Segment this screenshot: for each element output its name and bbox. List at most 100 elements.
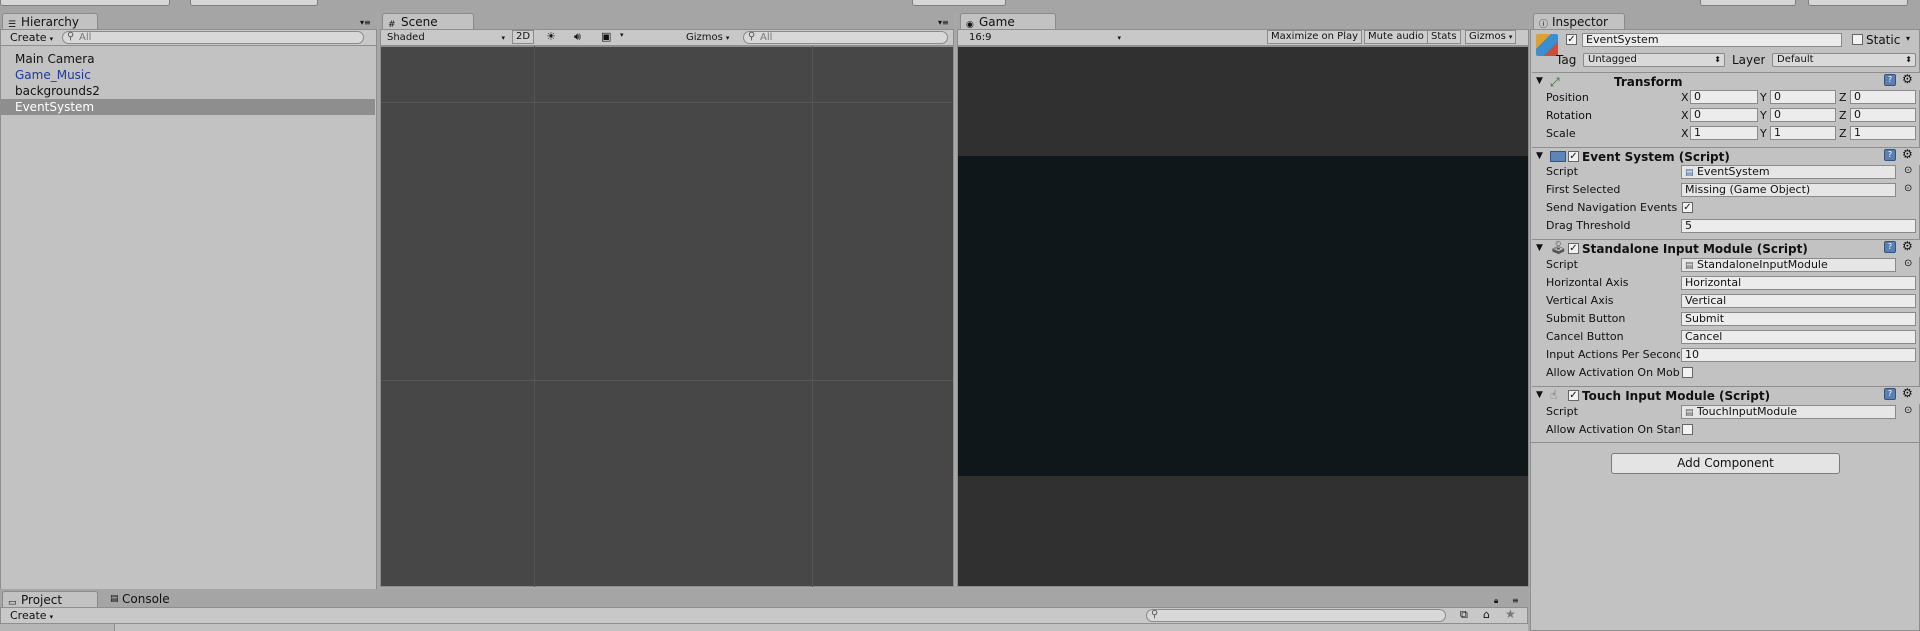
hierarchy-item[interactable]: Game_Music (15, 67, 91, 83)
transform-header[interactable]: ▼ ⤢ Transform (1532, 72, 1920, 90)
tag-dropdown[interactable]: Untagged ⬍ (1583, 53, 1725, 67)
stats-toggle[interactable]: Stats (1427, 30, 1461, 44)
rotation-x-field[interactable]: 0 (1690, 108, 1758, 122)
layout-dropdown[interactable] (1808, 0, 1908, 6)
2d-toggle-button[interactable]: 2D (512, 30, 535, 44)
script-icon: ▤ (1685, 168, 1694, 178)
input-actions-label: Input Actions Per Second (1546, 348, 1680, 361)
panel-menu-icon[interactable]: ≡ (1512, 596, 1519, 605)
gear-icon[interactable]: ⚙ (1902, 387, 1913, 399)
event-system-script-field[interactable]: ▤ EventSystem (1681, 165, 1896, 179)
object-picker-icon[interactable]: ⊙ (1904, 258, 1912, 269)
send-navigation-checkbox[interactable]: ✓ (1682, 202, 1693, 213)
filter-by-label-icon[interactable]: ⌂ (1483, 608, 1490, 621)
tab-hierarchy[interactable]: ☰ Hierarchy (2, 13, 98, 30)
hierarchy-search-input[interactable]: ⚲ All (62, 31, 364, 44)
layers-dropdown[interactable] (1700, 0, 1796, 6)
hierarchy-item[interactable]: Main Camera (15, 51, 95, 67)
game-gizmos-toggle[interactable]: Gizmos ▾ (1465, 30, 1517, 44)
component-enabled-checkbox[interactable]: ✓ (1568, 151, 1579, 162)
hierarchy-create-button[interactable]: Create ▾ (10, 31, 56, 45)
allow-activation-mobile-checkbox[interactable] (1682, 367, 1693, 378)
allow-activation-standalone-label: Allow Activation On Standalone (1546, 423, 1680, 436)
project-folder-tree[interactable] (0, 624, 115, 631)
lighting-icon[interactable]: ☀ (546, 30, 556, 43)
gear-icon[interactable]: ⚙ (1902, 148, 1913, 160)
scale-y-field[interactable]: 1 (1770, 126, 1836, 140)
audio-icon[interactable]: 🔊︎ (574, 30, 581, 44)
tab-inspector[interactable]: ⓘ Inspector (1533, 13, 1625, 30)
panel-menu-icon[interactable]: ▾≡ (360, 18, 371, 27)
mute-audio-toggle[interactable]: Mute audio (1364, 30, 1428, 44)
event-system-header[interactable]: ▼ ✓ Event System (Script) (1532, 147, 1920, 165)
scene-viewport[interactable] (380, 46, 954, 587)
help-icon[interactable]: ? (1884, 74, 1896, 86)
touch-input-header[interactable]: ▼ ☝ ✓ Touch Input Module (Script) (1532, 386, 1920, 404)
rotation-y-field[interactable]: 0 (1770, 108, 1836, 122)
cancel-button-field[interactable]: Cancel (1681, 330, 1916, 344)
favorite-star-icon[interactable]: ★ (1505, 607, 1516, 621)
pivot-toggles[interactable] (190, 0, 318, 6)
scene-search-input[interactable]: ⚲ All (743, 31, 948, 44)
lock-icon[interactable]: 🔒︎ (1494, 596, 1498, 606)
hierarchy-item-selected[interactable]: EventSystem (1, 99, 375, 115)
object-picker-icon[interactable]: ⊙ (1904, 183, 1912, 194)
touch-script-field[interactable]: ▤ TouchInputModule (1681, 405, 1896, 419)
input-actions-field[interactable]: 10 (1681, 348, 1916, 362)
drag-threshold-field[interactable]: 5 (1681, 219, 1916, 233)
vertical-axis-field[interactable]: Vertical (1681, 294, 1916, 308)
gear-icon[interactable]: ⚙ (1902, 240, 1913, 252)
object-picker-icon[interactable]: ⊙ (1904, 165, 1912, 176)
tab-project[interactable]: ▭ Project (2, 591, 98, 608)
script-label: Script (1546, 405, 1578, 418)
standalone-input-header[interactable]: ▼ 🕹︎ ✓ Standalone Input Module (Script) (1532, 239, 1920, 257)
foldout-arrow-icon[interactable]: ▼ (1536, 76, 1543, 86)
help-icon[interactable]: ? (1884, 241, 1896, 253)
allow-activation-standalone-checkbox[interactable] (1682, 424, 1693, 435)
foldout-arrow-icon[interactable]: ▼ (1536, 243, 1543, 253)
standalone-script-field[interactable]: ▤ StandaloneInputModule (1681, 258, 1896, 272)
dropdown-arrow-icon[interactable]: ▾ (620, 31, 624, 39)
play-controls[interactable] (912, 0, 1006, 6)
tab-game[interactable]: ◉ Game (960, 13, 1056, 30)
add-component-button[interactable]: Add Component (1611, 453, 1840, 474)
maximize-on-play-toggle[interactable]: Maximize on Play (1267, 30, 1363, 44)
layer-dropdown[interactable]: Default ⬍ (1772, 53, 1916, 67)
static-dropdown-arrow-icon[interactable]: ▾ (1906, 34, 1910, 43)
hierarchy-item[interactable]: backgrounds2 (15, 83, 100, 99)
static-checkbox[interactable] (1852, 34, 1863, 45)
dropdown-arrow-icon: ▾ (725, 34, 730, 42)
gear-icon[interactable]: ⚙ (1902, 73, 1913, 85)
transform-tools[interactable] (0, 0, 170, 6)
object-name-field[interactable]: EventSystem (1582, 33, 1842, 47)
position-x-field[interactable]: 0 (1690, 90, 1758, 104)
position-y-field[interactable]: 0 (1770, 90, 1836, 104)
project-create-button[interactable]: Create ▾ (10, 609, 56, 623)
submit-button-field[interactable]: Submit (1681, 312, 1916, 326)
scale-x-field[interactable]: 1 (1690, 126, 1758, 140)
project-search-input[interactable]: ⚲ (1146, 609, 1446, 622)
panel-menu-icon[interactable]: ▾≡ (938, 18, 949, 27)
position-z-field[interactable]: 0 (1850, 90, 1916, 104)
object-picker-icon[interactable]: ⊙ (1904, 405, 1912, 416)
filter-by-type-icon[interactable]: ⧉ (1460, 608, 1468, 622)
first-selected-field[interactable]: Missing (Game Object) (1681, 183, 1896, 197)
component-enabled-checkbox[interactable]: ✓ (1568, 390, 1579, 401)
active-checkbox[interactable]: ✓ (1566, 34, 1577, 45)
rotation-z-field[interactable]: 0 (1850, 108, 1916, 122)
help-icon[interactable]: ? (1884, 388, 1896, 400)
help-icon[interactable]: ? (1884, 149, 1896, 161)
foldout-arrow-icon[interactable]: ▼ (1536, 151, 1543, 161)
tab-scene[interactable]: # Scene (382, 13, 474, 30)
search-icon: ⚲ (748, 31, 756, 42)
tab-console[interactable]: ▤ Console (108, 591, 170, 607)
foldout-arrow-icon[interactable]: ▼ (1536, 390, 1543, 400)
scene-gizmos-dropdown[interactable]: Gizmos ▾ (686, 31, 729, 45)
image-effects-icon[interactable]: ▣ (601, 30, 611, 43)
scale-z-field[interactable]: 1 (1850, 126, 1916, 140)
aspect-ratio-dropdown[interactable]: 16:9 ▾ (969, 31, 1121, 45)
script-label: Script (1546, 258, 1578, 271)
shading-mode-dropdown[interactable]: Shaded ▾ (387, 31, 505, 45)
component-enabled-checkbox[interactable]: ✓ (1568, 243, 1579, 254)
horizontal-axis-field[interactable]: Horizontal (1681, 276, 1916, 290)
